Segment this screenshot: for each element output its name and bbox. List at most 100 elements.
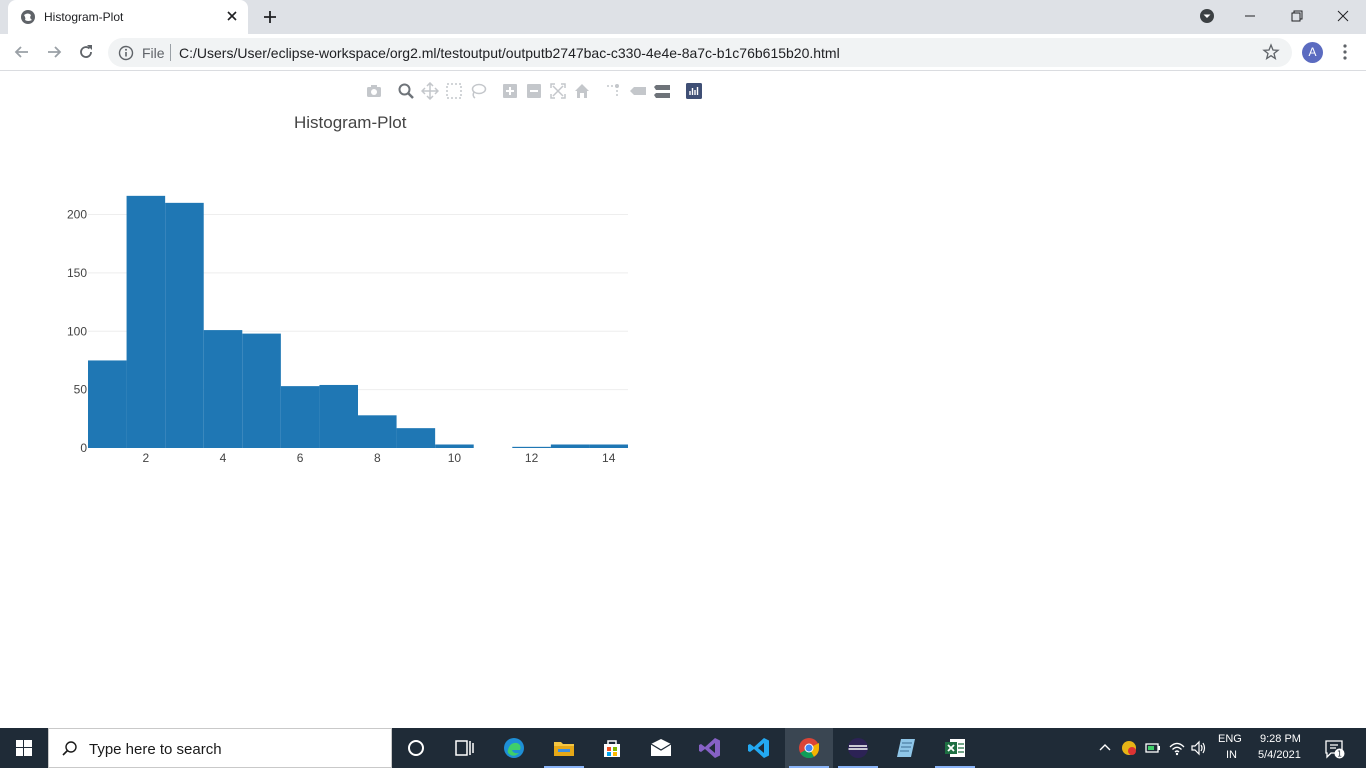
histogram-bars — [88, 195, 628, 448]
close-window-icon[interactable] — [1333, 6, 1353, 26]
x-tick-label: 14 — [602, 451, 616, 465]
close-tab-icon[interactable] — [224, 8, 240, 24]
plotly-logo-icon[interactable] — [685, 82, 703, 100]
histogram-bar[interactable] — [396, 428, 436, 448]
region-indicator[interactable]: IN — [1226, 749, 1237, 761]
plot-modebar — [364, 82, 708, 102]
histogram-bar[interactable] — [126, 195, 166, 448]
system-tray: ENG IN 9:28 PM 5/4/2021 1 — [1092, 728, 1366, 768]
tab-title: Histogram-Plot — [44, 10, 124, 24]
reload-icon[interactable] — [76, 42, 96, 62]
edge-app[interactable] — [490, 728, 538, 768]
histogram-bar[interactable] — [88, 360, 127, 448]
clock-date[interactable]: 5/4/2021 — [1258, 749, 1301, 761]
store-app[interactable] — [588, 728, 636, 768]
zoom-in-icon[interactable] — [501, 82, 519, 100]
pan-icon[interactable] — [421, 82, 439, 100]
task-view-button[interactable] — [440, 728, 488, 768]
store-icon — [604, 740, 620, 757]
hover-closest-icon[interactable] — [629, 82, 647, 100]
windows-start-icon[interactable] — [0, 728, 48, 768]
histogram-bar[interactable] — [165, 202, 204, 448]
globe-icon — [21, 10, 35, 24]
notepad-icon — [897, 739, 915, 757]
histogram-bar[interactable] — [203, 330, 243, 448]
notification-count: 1 — [1337, 750, 1342, 759]
chrome-icon — [799, 738, 820, 759]
y-tick-label: 150 — [67, 266, 87, 280]
antivirus-icon[interactable] — [1120, 739, 1138, 757]
y-tick-label: 50 — [74, 383, 88, 397]
search-icon — [62, 741, 77, 756]
x-tick-label: 4 — [220, 451, 227, 465]
profile-avatar[interactable]: A — [1302, 42, 1323, 63]
y-tick-label: 100 — [67, 324, 87, 338]
tab-search-icon[interactable] — [1197, 6, 1217, 26]
battery-icon[interactable] — [1144, 739, 1162, 757]
notification-icon[interactable]: 1 — [1324, 738, 1346, 760]
histogram-bar[interactable] — [280, 386, 320, 448]
bookmark-star-icon[interactable] — [1262, 43, 1280, 61]
histogram-bar[interactable] — [589, 444, 628, 448]
visual-studio-app[interactable] — [686, 728, 734, 768]
eclipse-app[interactable] — [834, 728, 882, 768]
histogram-bar[interactable] — [358, 415, 397, 448]
browser-tab[interactable]: Histogram-Plot — [8, 0, 248, 34]
mail-icon — [650, 739, 672, 756]
histogram-bar[interactable] — [512, 446, 551, 448]
browser-toolbar: File C:/Users/User/eclipse-workspace/org… — [0, 34, 1366, 71]
wifi-icon[interactable] — [1168, 739, 1186, 757]
clock-time[interactable]: 9:28 PM — [1260, 733, 1301, 745]
tab-strip: Histogram-Plot — [0, 0, 1366, 34]
url-text[interactable]: C:/Users/User/eclipse-workspace/org2.ml/… — [179, 45, 840, 61]
x-tick-label: 10 — [448, 451, 462, 465]
back-arrow-icon[interactable] — [12, 42, 32, 62]
forward-arrow-icon[interactable] — [44, 42, 64, 62]
chevron-up-icon[interactable] — [1098, 740, 1112, 754]
chrome-app[interactable] — [785, 728, 833, 768]
autoscale-icon[interactable] — [549, 82, 567, 100]
edge-icon — [504, 738, 524, 758]
minimize-icon[interactable] — [1240, 6, 1260, 26]
address-bar[interactable]: File C:/Users/User/eclipse-workspace/org… — [108, 38, 1292, 67]
y-axis-ticks: 0 50 100 150 200 — [67, 208, 87, 455]
folder-icon — [554, 742, 574, 756]
notepad-app[interactable] — [883, 728, 931, 768]
histogram-bar[interactable] — [435, 444, 474, 448]
search-placeholder: Type here to search — [89, 741, 222, 758]
more-menu-icon[interactable] — [1340, 42, 1350, 62]
cortana-button[interactable] — [392, 728, 440, 768]
language-indicator[interactable]: ENG — [1218, 733, 1242, 745]
excel-app[interactable] — [931, 728, 979, 768]
eclipse-icon — [848, 738, 868, 758]
zoom-out-icon[interactable] — [525, 82, 543, 100]
home-icon[interactable] — [573, 82, 591, 100]
volume-icon[interactable] — [1190, 739, 1208, 757]
taskbar-search-box[interactable]: Type here to search — [48, 728, 392, 768]
lasso-select-icon[interactable] — [469, 82, 487, 100]
mail-app[interactable] — [637, 728, 685, 768]
histogram-bar[interactable] — [242, 333, 281, 448]
histogram-chart: 0 50 100 150 200 2 4 6 8 10 12 14 — [67, 195, 628, 465]
restore-icon[interactable] — [1287, 6, 1307, 26]
zoom-icon[interactable] — [397, 82, 415, 100]
cortana-icon — [408, 740, 424, 756]
url-separator — [170, 44, 171, 61]
visual-studio-icon — [699, 738, 720, 758]
camera-icon[interactable] — [365, 82, 383, 100]
info-icon[interactable] — [118, 45, 134, 61]
histogram-bar[interactable] — [319, 384, 358, 448]
histogram-bar[interactable] — [550, 444, 590, 448]
new-tab-icon[interactable] — [260, 7, 280, 27]
url-scheme-label: File — [142, 45, 165, 61]
x-axis-ticks: 2 4 6 8 10 12 14 — [143, 451, 616, 465]
taskbar: Type here to search ENG IN 9:28 PM 5/4/2… — [0, 728, 1366, 768]
box-select-icon[interactable] — [445, 82, 463, 100]
vscode-icon — [748, 738, 769, 758]
file-explorer-app[interactable] — [540, 728, 588, 768]
excel-icon — [945, 739, 965, 757]
x-tick-label: 6 — [297, 451, 304, 465]
vscode-app[interactable] — [735, 728, 783, 768]
spike-lines-icon[interactable] — [605, 82, 623, 100]
hover-compare-icon[interactable] — [653, 82, 671, 100]
